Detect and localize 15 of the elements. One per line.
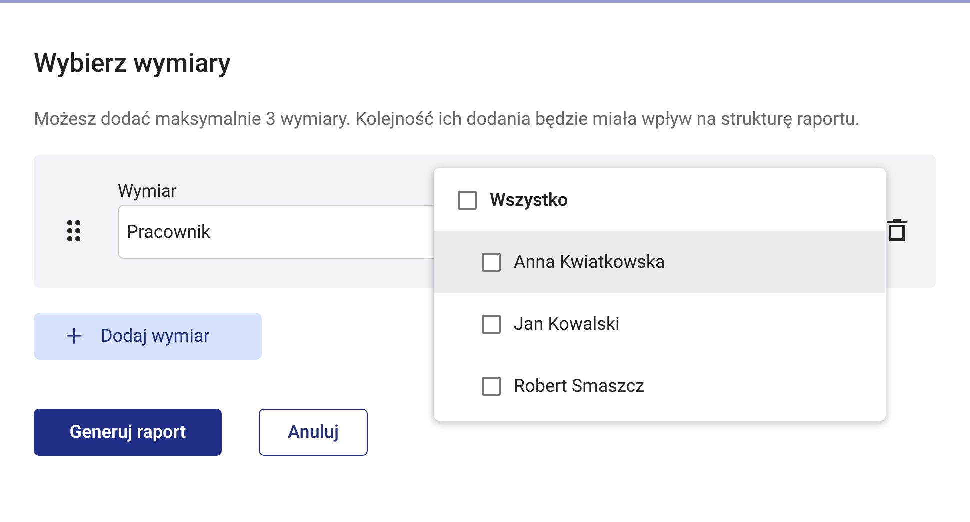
add-dimension-button[interactable]: + Dodaj wymiar	[34, 313, 262, 360]
generate-report-button[interactable]: Generuj raport	[34, 409, 222, 456]
checkbox[interactable]	[482, 376, 501, 396]
delete-icon[interactable]	[886, 218, 908, 242]
menu-option[interactable]: Anna Kwiatkowska	[434, 231, 886, 293]
drag-handle-icon[interactable]	[66, 219, 82, 243]
dialog-title: Wybierz wymiary	[34, 48, 232, 80]
checkbox[interactable]	[458, 190, 477, 210]
checkbox[interactable]	[482, 314, 501, 334]
menu-option[interactable]: Robert Smaszcz	[434, 355, 886, 417]
field-label: Wymiar	[118, 181, 177, 204]
dialog-description: Możesz dodać maksymalnie 3 wymiary. Kolejność ich dodania będzie miała wpływ na strukturę raportu.	[34, 108, 862, 132]
checkbox[interactable]	[482, 252, 501, 272]
cancel-button[interactable]: Anuluj	[259, 409, 368, 456]
menu-option[interactable]: Jan Kowalski	[434, 293, 886, 355]
